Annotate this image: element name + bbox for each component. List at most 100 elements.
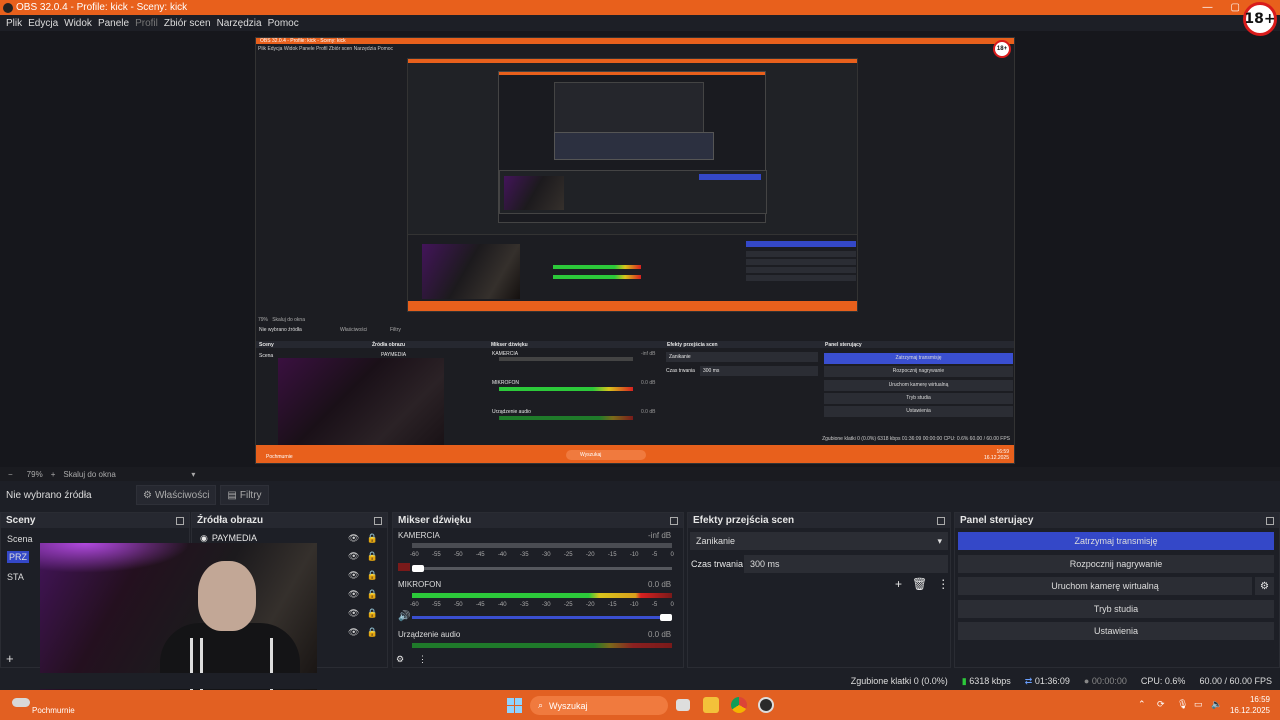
tray-volume-icon[interactable]: 🔈 [1211, 699, 1222, 710]
menu-pomoc[interactable]: Pomoc [268, 18, 299, 29]
mixer-ch1-volume[interactable] [412, 567, 672, 570]
record-time: ● 00:00:00 [1083, 676, 1127, 686]
weather-label[interactable]: Pochmurnie [32, 706, 75, 715]
nested-mikrofon: MIKROFON [492, 380, 519, 386]
more-icon[interactable]: ⋮ [937, 577, 949, 591]
duration-value: 300 ms [750, 559, 780, 569]
no-source-label: Nie wybrano źródła [6, 489, 92, 501]
chrome-icon[interactable] [731, 697, 747, 713]
zoom-percent: 79% [26, 469, 43, 479]
virtual-cam-button[interactable]: Uruchom kamerę wirtualną [958, 577, 1252, 595]
tray-network-icon[interactable]: ▭ [1194, 699, 1203, 710]
taskbar-search[interactable]: ⌕ Wyszukaj [530, 696, 668, 715]
menu-panele[interactable]: Panele [98, 18, 129, 29]
lock-icon[interactable]: 🔒 [366, 608, 377, 620]
zoom-in-button[interactable]: + [51, 470, 56, 479]
bitrate: ▮ 6318 kbps [961, 675, 1011, 686]
minimize-icon[interactable]: — [1203, 2, 1213, 13]
scale-mode-select[interactable]: Skaluj do okna [63, 470, 183, 479]
lock-icon[interactable]: 🔒 [366, 551, 377, 563]
sources-title: Źródła obrazu [197, 515, 264, 526]
undock-icon[interactable] [937, 516, 945, 525]
transitions-title: Efekty przejścia scen [693, 515, 795, 526]
scene-item-scena[interactable]: Scena [7, 534, 33, 544]
menu-edycja[interactable]: Edycja [28, 18, 58, 29]
nested-props: Właściwości [340, 327, 368, 333]
zoom-bar: − 79% + Skaluj do okna ▾ [0, 467, 1280, 481]
nested-urzadzenie-db: 0.0 dB [641, 409, 656, 415]
title-bar: OBS 32.0.4 - Profile: kick - Sceny: kick… [0, 0, 1280, 15]
menu-widok[interactable]: Widok [64, 18, 92, 29]
add-icon[interactable]: + [895, 577, 902, 591]
nested-transitions-title: Efekty przejścia scen [667, 342, 718, 348]
duration-input[interactable]: 300 ms [744, 555, 948, 573]
nested-status: Zgubione klatki 0 (0.0%) 6318 kbps 01:36… [822, 436, 1010, 442]
add-scene-button[interactable]: + [6, 651, 14, 666]
virtual-cam-settings-icon[interactable]: ⚙ [1255, 577, 1274, 595]
chevron-down-icon[interactable]: ▾ [191, 470, 195, 479]
nested-search: Wyszukaj [566, 450, 646, 460]
undock-icon[interactable] [176, 516, 184, 525]
settings-button[interactable]: Ustawienia [958, 622, 1274, 640]
eye-icon[interactable]: 👁 [348, 570, 359, 582]
studio-mode-button[interactable]: Tryb studia [958, 600, 1274, 618]
filters-button[interactable]: ▤ Filtry [220, 485, 269, 505]
task-view-icon[interactable] [676, 699, 690, 711]
undock-icon[interactable] [1266, 516, 1274, 525]
start-record-button[interactable]: Rozpocznij nagrywanie [958, 555, 1274, 573]
nested-badge-icon: 18+ [993, 40, 1011, 58]
lock-icon[interactable]: 🔒 [366, 533, 377, 545]
windows-start-icon[interactable] [507, 698, 522, 713]
menu-bar: Plik Edycja Widok Panele Profil Zbiór sc… [0, 15, 1280, 31]
mute-icon[interactable] [398, 563, 410, 571]
tray-mic-icon[interactable]: 🎙 [1177, 699, 1188, 710]
nested-sources-title: Źródła obrazu [372, 342, 406, 348]
trash-icon[interactable]: 🗑 [912, 577, 927, 591]
nested-clock: 16:59 16.12.2025 [983, 449, 1009, 461]
scene-item-prz[interactable]: PRZ [7, 551, 29, 563]
undock-icon[interactable] [374, 516, 382, 525]
nested-kamercia-db: -inf dB [641, 351, 656, 357]
fps: 60.00 / 60.00 FPS [1199, 676, 1272, 686]
zoom-out-button[interactable]: − [8, 470, 13, 479]
nested-vcam: Uruchom kamerę wirtualną [824, 380, 1013, 391]
nested-zoom: 79% Skaluj do okna [258, 317, 305, 323]
tray-sync-icon[interactable]: ⟳ [1157, 699, 1165, 710]
scene-item-sta[interactable]: STA [7, 572, 24, 582]
nested-title: OBS 32.0.4 - Profile: kick - Sceny: kick [260, 38, 346, 44]
mixer-ch2-volume[interactable] [412, 616, 672, 619]
mixer-ch1-knob[interactable] [412, 565, 424, 572]
mixer-ch2-knob[interactable] [660, 614, 672, 621]
nested-stop-stream: Zatrzymaj transmisję [824, 353, 1013, 364]
eye-icon[interactable]: 👁 [348, 533, 359, 545]
menu-narzedzia[interactable]: Narzędzia [217, 18, 262, 29]
menu-profil[interactable]: Profil [135, 18, 158, 29]
eye-off-icon[interactable]: 👁 [348, 551, 359, 563]
signal-icon: ▮ [961, 675, 967, 686]
filters-label: Filtry [239, 489, 262, 501]
mixer-ch2-scale: -60 -55 -50 -45 -40 -35 -30 -25 -20 -15 -10 -5 0 [410, 602, 674, 608]
eye-icon[interactable]: 👁 [348, 627, 359, 639]
maximize-icon[interactable]: ▢ [1231, 2, 1240, 13]
mixer-settings-icon[interactable]: ⚙ [396, 654, 404, 665]
undock-icon[interactable] [670, 516, 678, 525]
file-explorer-icon[interactable] [703, 697, 719, 713]
mixer-title: Mikser dźwięku [398, 515, 472, 526]
eye-icon[interactable]: 👁 [348, 608, 359, 620]
eye-icon[interactable]: 👁 [348, 589, 359, 601]
transition-select[interactable]: Zanikanie ▾ [690, 532, 948, 550]
mixer-menu-icon[interactable]: ⋮ [418, 654, 427, 665]
clock[interactable]: 16:59 16.12.2025 [1230, 694, 1270, 716]
tray-chevron-icon[interactable]: ⌃ [1138, 699, 1146, 710]
properties-button[interactable]: ⚙ Właściwości [136, 485, 217, 505]
mixer-ch3-meter [412, 643, 672, 648]
lock-icon[interactable]: 🔒 [366, 570, 377, 582]
nested-no-source: Nie wybrano źródła [259, 327, 302, 333]
menu-zbior-scen[interactable]: Zbiór scen [164, 18, 211, 29]
menu-plik[interactable]: Plik [6, 18, 22, 29]
lock-icon[interactable]: 🔒 [366, 627, 377, 639]
obs-taskbar-icon[interactable] [758, 697, 774, 713]
lock-icon[interactable]: 🔒 [366, 589, 377, 601]
speaker-icon[interactable]: 🔊 [398, 611, 410, 622]
stop-stream-button[interactable]: Zatrzymaj transmisję [958, 532, 1274, 550]
